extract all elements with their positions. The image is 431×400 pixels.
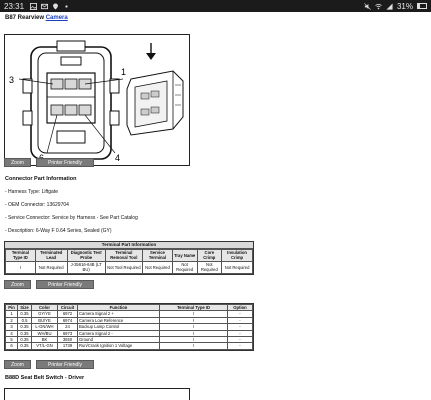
- column-header: Core Crimp: [196, 249, 223, 262]
- terminal-type-cell: I: [159, 342, 228, 350]
- pin-label-1: 1: [121, 67, 126, 77]
- option-cell: -: [227, 342, 253, 350]
- zoom-button[interactable]: Zoom: [4, 158, 31, 167]
- circuit-cell: 1739: [57, 342, 78, 350]
- table-row: 6 0.35 VT/L-GN 1739 Run/Crank Ignition 1…: [5, 342, 253, 350]
- connector-3d-view: [126, 70, 184, 136]
- terminal-table-actions: Zoom Printer Friendly: [4, 280, 94, 289]
- table-cell: Not Required: [171, 260, 198, 274]
- service-document-page: B87 Rearview Camera 3 1 4 Zoom Printer F…: [0, 12, 431, 400]
- column-header: Terminated Lead: [34, 249, 68, 262]
- table-cell: Not Required: [34, 260, 68, 274]
- printer-friendly-button[interactable]: Printer Friendly: [36, 360, 94, 369]
- column-header: Service Terminal: [142, 249, 173, 262]
- pin-function-table: Pin Size Color Circuit Function Terminal…: [4, 303, 254, 351]
- terminal-table-caption: Terminal Part Information: [5, 242, 253, 249]
- status-time: 23:31: [4, 1, 25, 11]
- harness-type: - Harness Type: Liftgate: [5, 189, 58, 195]
- terminal-part-table: Terminal Part Information Terminal Type …: [4, 241, 254, 275]
- column-header: Terminal Type ID: [5, 249, 36, 262]
- column-header: Diagnostic Test Probe: [66, 249, 106, 262]
- connector-end-view-drawing: 3 1 6 4: [9, 40, 184, 163]
- service-connector: - Service Connector: Service by Harness …: [5, 215, 138, 221]
- more-notifications-icon: [65, 4, 68, 8]
- size-cell: 0.35: [17, 342, 32, 350]
- mute-icon: [364, 2, 371, 10]
- table-row: I Not Required J-35616-64B (LT BU) Not T…: [5, 260, 253, 274]
- view-direction-arrow-icon: [146, 43, 156, 60]
- connector-description: - Description: 6-Way F 0.64 Series, Seal…: [5, 228, 112, 234]
- table-cell: I: [5, 260, 36, 274]
- pin-cell: 6: [5, 342, 18, 350]
- table-cell: J-35616-64B (LT BU): [66, 260, 106, 274]
- pin-table-actions: Zoom Printer Friendly: [4, 360, 94, 369]
- zoom-button[interactable]: Zoom: [4, 280, 31, 289]
- function-cell: Run/Crank Ignition 1 Voltage: [77, 342, 160, 350]
- column-header: Insulation Crimp: [221, 249, 253, 262]
- printer-friendly-button[interactable]: Printer Friendly: [36, 280, 94, 289]
- signal-icon: [386, 2, 393, 10]
- camera-link[interactable]: Camera: [46, 15, 68, 21]
- color-cell: VT/L-GN: [31, 342, 58, 350]
- table-cell: Not Required: [142, 260, 173, 274]
- next-section-title: B88D Seat Belt Switch - Driver: [5, 375, 85, 381]
- mail-notification-icon: [41, 3, 49, 9]
- table-cell: Not Required: [196, 260, 223, 274]
- status-bar: 23:31 31%: [0, 0, 431, 12]
- oem-connector: - OEM Connector: 13629704: [5, 202, 69, 208]
- battery-icon: [417, 3, 427, 9]
- connector-diagram: 3 1 6 4: [4, 34, 190, 166]
- connector-info-title: Connector Part Information: [5, 176, 77, 182]
- column-header: Tray Name: [171, 249, 198, 262]
- diagram-actions: Zoom Printer Friendly: [4, 158, 94, 167]
- pin-label-4: 4: [115, 153, 120, 163]
- column-header: Terminal Removal Tool: [104, 249, 144, 262]
- component-code: B87 Rearview: [5, 15, 45, 21]
- next-section-diagram-frame: [4, 388, 190, 400]
- battery-percent: 31%: [396, 1, 413, 11]
- location-icon: [53, 2, 58, 10]
- image-notification-icon: [30, 2, 38, 10]
- printer-friendly-button[interactable]: Printer Friendly: [36, 158, 94, 167]
- table-cell: Not Required: [221, 260, 253, 274]
- pin-label-3: 3: [9, 75, 14, 85]
- wifi-icon: [375, 3, 382, 9]
- terminal-table-header-row: Terminal Type ID Terminated Lead Diagnos…: [5, 249, 253, 262]
- page-title: B87 Rearview Camera: [5, 15, 68, 21]
- table-cell: Not Tool Required: [104, 260, 144, 274]
- zoom-button[interactable]: Zoom: [4, 360, 31, 369]
